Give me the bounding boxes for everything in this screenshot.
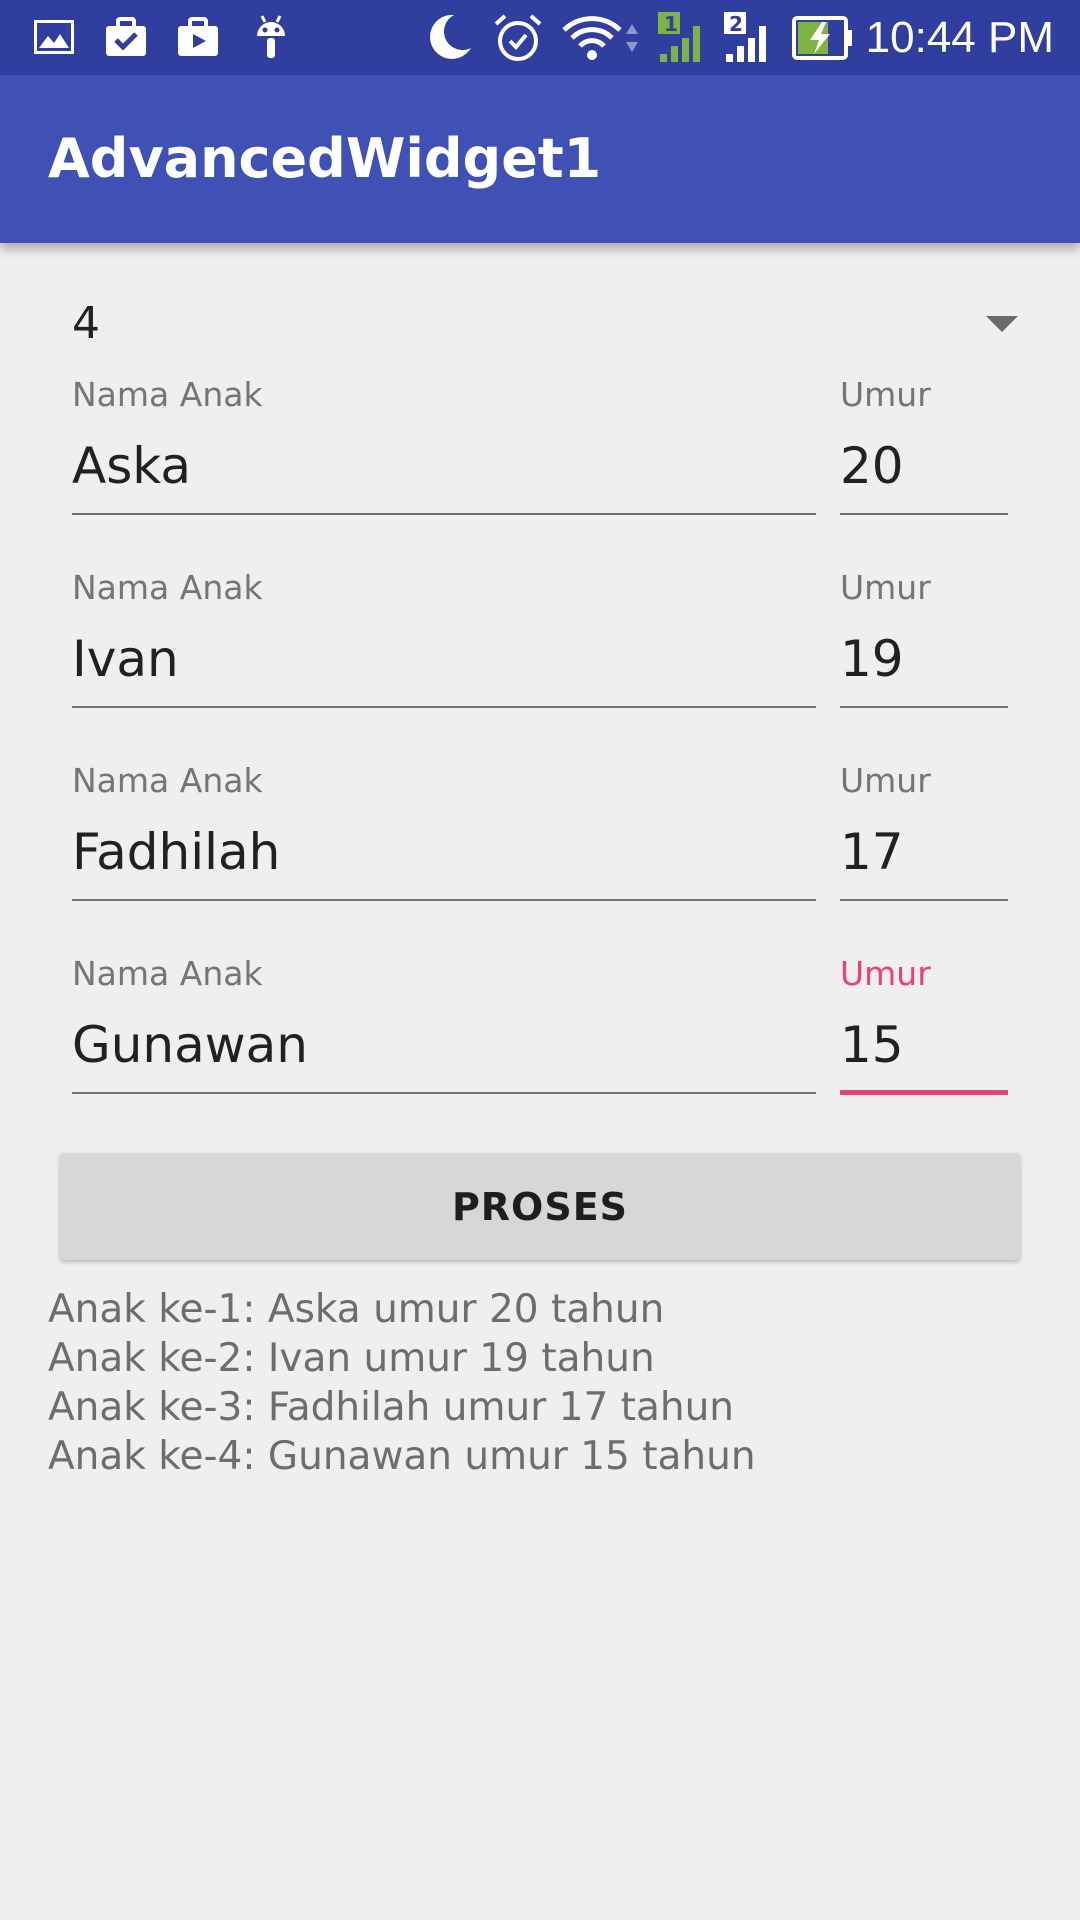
briefcase-play-icon: [176, 16, 220, 62]
image-icon: [33, 19, 75, 58]
child-age-input[interactable]: 15: [840, 1002, 1008, 1088]
child-name-label: Nama Anak: [72, 954, 263, 993]
field-underline: [72, 706, 816, 708]
child-age-label: Umur: [840, 568, 931, 607]
result-line: Anak ke-2: Ivan umur 19 tahun: [48, 1336, 655, 1381]
sim2-label: 2: [729, 12, 743, 36]
field-underline: [840, 899, 1008, 901]
alarm-icon: [492, 12, 544, 68]
child-name-field[interactable]: Nama Anak Fadhilah: [72, 761, 816, 911]
child-row: Nama Anak Aska Umur 20: [0, 375, 1080, 568]
proses-button[interactable]: PROSES: [60, 1153, 1020, 1260]
android-icon: [254, 14, 288, 64]
app-title: AdvancedWidget1: [48, 127, 602, 190]
child-row: Nama Anak Fadhilah Umur 17: [0, 761, 1080, 954]
clock-time: 10:44 PM: [865, 13, 1054, 62]
child-age-input[interactable]: 19: [840, 616, 1008, 702]
dropdown-arrow-icon: [986, 316, 1018, 332]
moon-icon: [424, 12, 474, 66]
signal-1-icon: 1: [656, 10, 712, 68]
field-underline: [72, 513, 816, 515]
spinner-selected-value: 4: [72, 298, 100, 349]
result-text: Anak ke-1: Aska umur 20 tahun Anak ke-2:…: [48, 1285, 1048, 1481]
result-line: Anak ke-4: Gunawan umur 15 tahun: [48, 1434, 756, 1479]
child-age-input[interactable]: 17: [840, 809, 1008, 895]
status-bar: 1 2 10:44 PM: [0, 0, 1080, 75]
field-underline: [840, 513, 1008, 515]
child-name-input[interactable]: Fadhilah: [72, 809, 816, 895]
child-name-field[interactable]: Nama Anak Gunawan: [72, 954, 816, 1104]
child-age-field[interactable]: Umur 20: [840, 375, 1008, 525]
child-name-input[interactable]: Gunawan: [72, 1002, 816, 1088]
result-line: Anak ke-3: Fadhilah umur 17 tahun: [48, 1385, 735, 1430]
child-age-input[interactable]: 20: [840, 423, 1008, 509]
child-name-field[interactable]: Nama Anak Aska: [72, 375, 816, 525]
child-row: Nama Anak Gunawan Umur 15: [0, 954, 1080, 1147]
child-name-input[interactable]: Aska: [72, 423, 816, 509]
battery-charging-icon: [792, 16, 854, 64]
field-underline: [840, 706, 1008, 708]
child-name-field[interactable]: Nama Anak Ivan: [72, 568, 816, 718]
wifi-icon: [562, 14, 642, 66]
child-age-label: Umur: [840, 954, 931, 993]
child-row: Nama Anak Ivan Umur 19: [0, 568, 1080, 761]
child-age-field[interactable]: Umur 19: [840, 568, 1008, 718]
field-underline: [72, 899, 816, 901]
field-underline: [72, 1092, 816, 1094]
child-name-label: Nama Anak: [72, 568, 263, 607]
app-bar: AdvancedWidget1: [0, 75, 1080, 243]
child-age-label: Umur: [840, 761, 931, 800]
result-line: Anak ke-1: Aska umur 20 tahun: [48, 1287, 665, 1332]
count-spinner[interactable]: 4: [72, 292, 1022, 364]
child-age-field-focused[interactable]: Umur 15: [840, 954, 1008, 1104]
child-name-label: Nama Anak: [72, 375, 263, 414]
child-age-field[interactable]: Umur 17: [840, 761, 1008, 911]
sim1-label: 1: [664, 12, 678, 36]
signal-2-icon: 2: [722, 10, 778, 68]
child-name-label: Nama Anak: [72, 761, 263, 800]
child-age-label: Umur: [840, 375, 931, 414]
child-name-input[interactable]: Ivan: [72, 616, 816, 702]
field-underline-focused: [840, 1090, 1008, 1095]
briefcase-check-icon: [104, 16, 148, 62]
